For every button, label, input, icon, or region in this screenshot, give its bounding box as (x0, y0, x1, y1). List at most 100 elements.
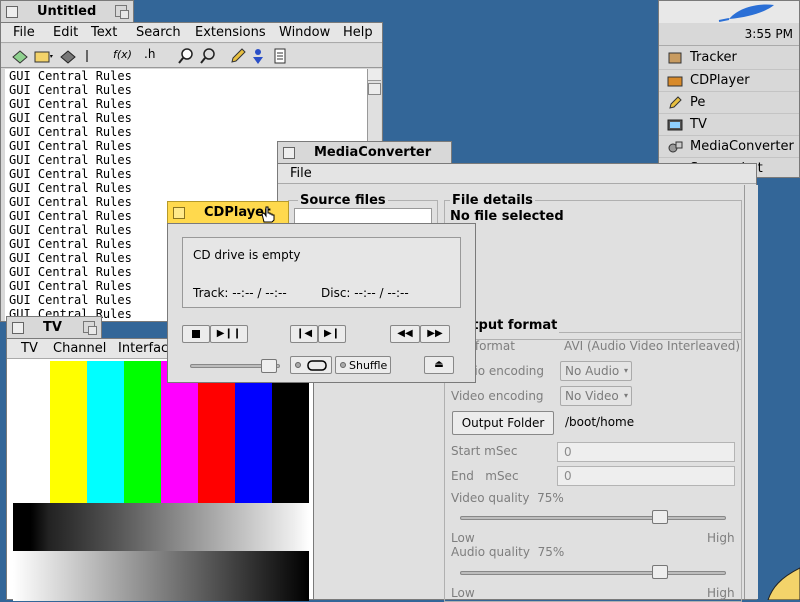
close-box-icon[interactable] (6, 6, 18, 18)
output-folder-button[interactable]: Output Folder (452, 411, 554, 435)
cdplayer-tab[interactable]: CDPlayer (167, 201, 289, 223)
cd-icon (667, 73, 683, 92)
mediaconverter-icon (667, 139, 683, 158)
deskbar-item-mediaconverter[interactable]: MediaConverter (659, 135, 799, 157)
color-bar (87, 361, 125, 503)
deskbar-item-label: Tracker (690, 50, 737, 65)
menu-file[interactable]: File (290, 166, 312, 181)
next-track-button[interactable]: ▶❙ (318, 325, 346, 343)
header-menu[interactable]: .h (144, 47, 155, 61)
tracker-icon (667, 50, 683, 69)
previous-track-button[interactable]: ❙◀ (290, 325, 318, 343)
volume-slider[interactable] (261, 359, 278, 373)
repeat-button[interactable] (290, 356, 332, 374)
open-folder-icon[interactable] (33, 48, 53, 64)
audio-encoding-popup[interactable]: No Audio ▾ (560, 361, 632, 381)
video-encoding-label: Video encoding (451, 389, 544, 403)
deskbar-item-cdplayer[interactable]: CDPlayer (659, 69, 799, 91)
video-quality-track[interactable] (460, 516, 726, 520)
menu-search[interactable]: Search (136, 25, 181, 40)
zoom-box-icon[interactable] (83, 321, 97, 335)
repeat-icon (307, 360, 327, 371)
cd-status: CD drive is empty (193, 248, 301, 262)
deskbar-logo[interactable] (659, 1, 799, 23)
mc-scrollbar[interactable] (744, 185, 758, 599)
menu-channel[interactable]: Channel (53, 341, 106, 356)
color-bar (50, 361, 88, 503)
mark-icon[interactable] (251, 47, 265, 65)
new-file-icon[interactable] (11, 48, 29, 64)
tv-video[interactable] (13, 361, 309, 601)
chevron-down-icon: ▾ (623, 366, 628, 375)
menu-window[interactable]: Window (279, 25, 330, 40)
pe-window-tab[interactable]: Untitled (0, 0, 134, 22)
text-line: GUI Central Rules (9, 97, 132, 111)
color-bar (124, 361, 162, 503)
stop-icon (192, 330, 200, 338)
text-line: GUI Central Rules (9, 69, 132, 83)
mediaconverter-tab[interactable]: MediaConverter (277, 141, 452, 163)
menu-help[interactable]: Help (343, 25, 373, 40)
audio-quality-slider[interactable] (651, 565, 668, 579)
fast-forward-icon: ▶▶ (427, 328, 443, 339)
list-icon[interactable] (273, 47, 287, 65)
led-indicator-icon (295, 362, 301, 368)
stop-button[interactable] (182, 325, 210, 343)
video-quality-slider[interactable] (651, 510, 668, 524)
deskbar-clock[interactable]: 3:55 PM (745, 27, 793, 41)
deskbar-item-pe[interactable]: Pe (659, 91, 799, 113)
play-pause-button[interactable]: ▶❙❙ (210, 325, 248, 343)
deskbar-item-label: TV (690, 117, 707, 132)
shuffle-button[interactable]: Shuffle (335, 356, 391, 374)
menu-tv[interactable]: TV (21, 341, 38, 356)
output-folder-path: /boot/home (565, 415, 635, 429)
video-encoding-popup[interactable]: No Video ▾ (560, 386, 632, 406)
rewind-button[interactable]: ◀◀ (390, 325, 420, 343)
find-icon[interactable] (177, 47, 195, 65)
start-msec-field[interactable]: 0 (557, 442, 735, 462)
find-next-icon[interactable] (199, 47, 217, 65)
pencil-icon[interactable] (229, 47, 247, 65)
scroll-up-arrow[interactable] (368, 69, 381, 81)
tv-tab[interactable]: TV (6, 316, 102, 338)
close-box-icon[interactable] (12, 322, 24, 334)
desktop-icon[interactable] (758, 548, 800, 600)
track-time: Track: --:-- / --:-- (193, 286, 287, 300)
function-icon[interactable] (85, 48, 95, 64)
menu-file[interactable]: File (13, 25, 35, 40)
menu-edit[interactable]: Edit (53, 25, 78, 40)
eject-icon: ⏏ (434, 359, 444, 370)
end-msec-field[interactable]: 0 (557, 466, 735, 486)
text-line: GUI Central Rules (9, 111, 132, 125)
zoom-box-icon[interactable] (115, 5, 129, 19)
pe-icon (667, 95, 683, 114)
close-box-icon[interactable] (173, 207, 185, 219)
start-msec-label: Start mSec (451, 444, 518, 458)
save-icon[interactable] (59, 48, 77, 64)
file-format-value[interactable]: AVI (Audio Video Interleaved) (564, 339, 740, 353)
function-menu[interactable]: f(x) (113, 48, 132, 61)
deskbar-item-tracker[interactable]: Tracker (659, 47, 799, 69)
pe-toolbar: f(x) .h (1, 44, 382, 68)
deskbar-item-tv[interactable]: TV (659, 113, 799, 135)
text-line: GUI Central Rules (9, 125, 132, 139)
no-file-text: No file selected (450, 209, 564, 224)
eject-button[interactable]: ⏏ (424, 356, 454, 374)
next-track-icon: ▶❙ (323, 328, 341, 339)
audio-quality-track[interactable] (460, 571, 726, 575)
deskbar-item-label: Pe (690, 95, 706, 110)
video-high-label: High (707, 531, 735, 545)
hand-cursor-icon (261, 206, 275, 223)
text-line: GUI Central Rules (9, 83, 132, 97)
fast-forward-button[interactable]: ▶▶ (420, 325, 450, 343)
window-title: TV (43, 320, 62, 335)
menu-text[interactable]: Text (91, 25, 117, 40)
close-box-icon[interactable] (283, 147, 295, 159)
previous-track-icon: ❙◀ (295, 328, 313, 339)
play-pause-icon: ▶❙❙ (216, 328, 242, 339)
menu-extensions[interactable]: Extensions (195, 25, 266, 40)
scroll-thumb[interactable] (368, 83, 381, 95)
video-quality-label: Video quality 75% (451, 491, 564, 505)
window-title: Untitled (37, 4, 97, 19)
mc-menubar: File (278, 164, 756, 184)
